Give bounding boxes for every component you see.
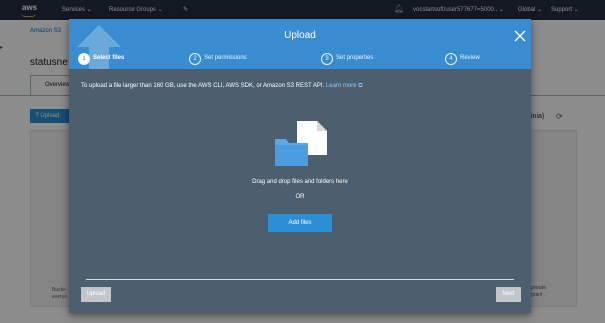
- upload-button[interactable]: Upload: [81, 287, 111, 302]
- step-label: Set permissions: [204, 55, 247, 61]
- step-label: Review: [460, 55, 480, 61]
- upload-dialog: Upload 1 Select files 2 Set permissions …: [69, 19, 531, 313]
- add-files-button[interactable]: Add files: [268, 214, 332, 232]
- drag-drop-text: Drag and drop files and folders here: [252, 179, 348, 185]
- step-number: 2: [189, 53, 201, 65]
- external-link-icon[interactable]: ⧉: [358, 83, 362, 89]
- next-button[interactable]: Next: [496, 287, 521, 302]
- footer-divider: [86, 279, 514, 280]
- info-text: To upload a file larger than 160 GB, use…: [81, 83, 325, 89]
- step-number: 3: [321, 53, 333, 65]
- step-label: Select files: [93, 55, 125, 61]
- close-icon[interactable]: [514, 30, 526, 42]
- large-file-info: To upload a file larger than 160 GB, use…: [81, 83, 363, 90]
- learn-more-link[interactable]: Learn more: [326, 83, 357, 89]
- dialog-title: Upload: [284, 30, 316, 41]
- step-label: Set properties: [336, 55, 374, 61]
- upload-dialog-header: Upload 1 Select files 2 Set permissions …: [69, 19, 531, 69]
- step-number: 4: [445, 53, 457, 65]
- or-separator: OR: [295, 194, 305, 200]
- folder-icon: [275, 139, 308, 166]
- folder-and-file-icon: [275, 121, 327, 166]
- step-number: 1: [78, 53, 90, 65]
